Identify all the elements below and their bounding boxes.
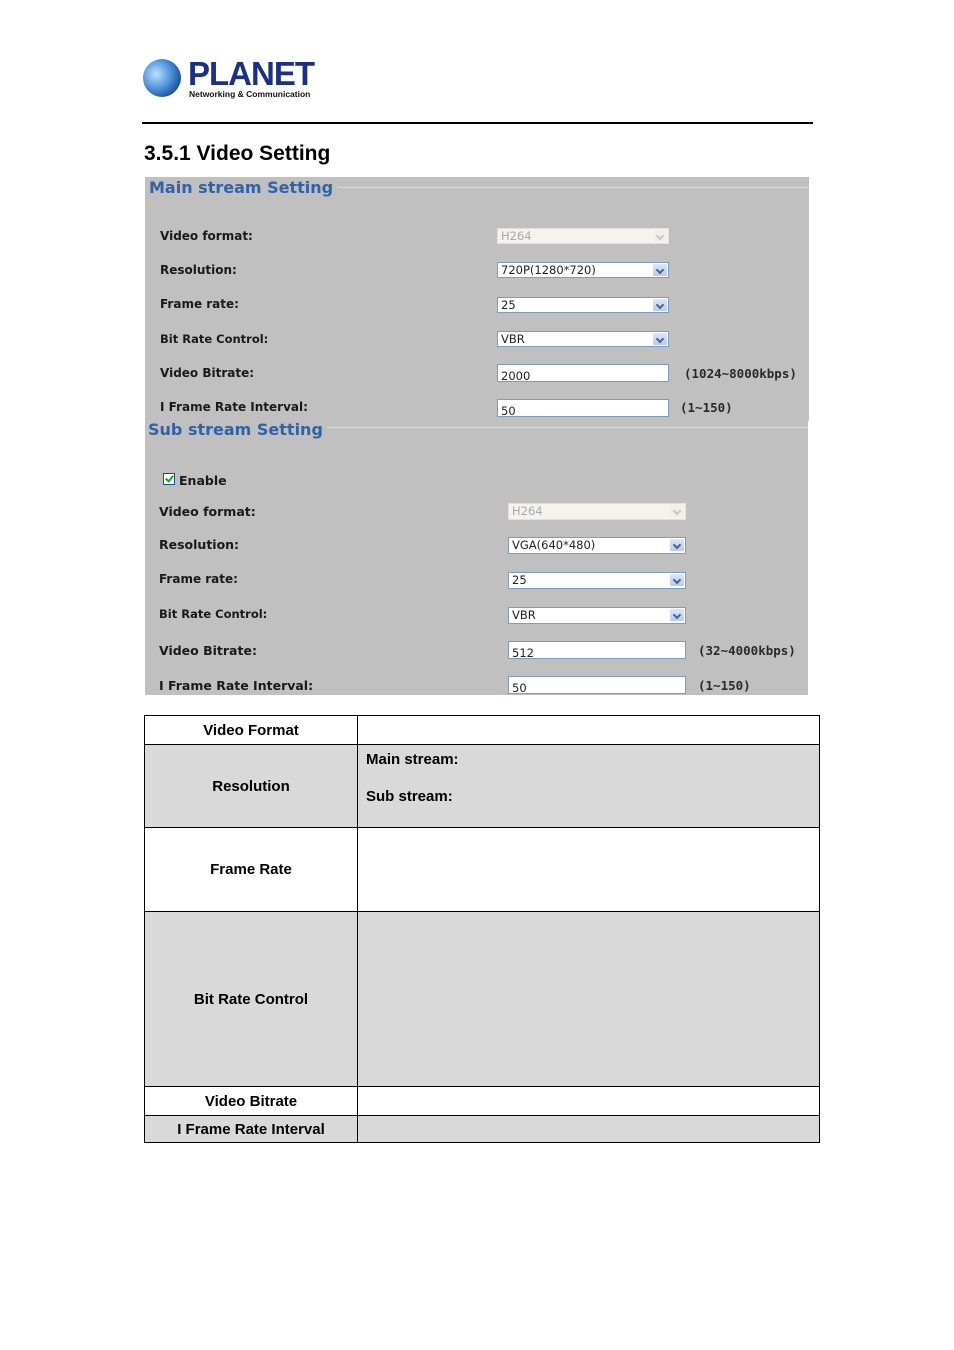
row-key: Bit Rate Control (144, 911, 358, 1087)
row-value: Main stream: Sub stream: (357, 744, 820, 828)
row-key: Frame Rate (144, 827, 358, 912)
main-video-bitrate-input[interactable]: 2000 (497, 364, 669, 382)
main-bitrate-range-hint: (1024~8000kbps) (684, 366, 797, 381)
select-value: H264 (501, 229, 532, 243)
sub-frame-rate-select[interactable]: 25 (508, 572, 686, 589)
row-value (357, 1086, 820, 1116)
row-key: I Frame Rate Interval (144, 1115, 358, 1143)
table-row: I Frame Rate Interval (144, 1115, 820, 1143)
row-value (357, 911, 820, 1087)
row-key: Video Format (144, 715, 358, 745)
table-row: Video Format (144, 715, 820, 745)
planet-logo: PLANET Networking & Communication (143, 57, 315, 101)
select-value: 25 (501, 298, 516, 312)
i-frame-interval-label: I Frame Rate Interval: (160, 400, 308, 414)
select-value: H264 (512, 504, 543, 518)
sub-bit-rate-control-select[interactable]: VBR (508, 607, 686, 624)
sub-bitrate-range-hint: (32~4000kbps) (698, 643, 796, 658)
resolution-label: Resolution: (159, 537, 240, 552)
main-frame-rate-select[interactable]: 25 (497, 297, 669, 313)
select-value: VBR (512, 608, 536, 622)
chevron-down-icon (653, 230, 667, 242)
select-value: VGA(640*480) (512, 538, 596, 552)
select-value: 720P(1280*720) (501, 263, 596, 277)
chevron-down-icon (670, 505, 684, 517)
select-value: VBR (501, 332, 525, 346)
table-row: Frame Rate (144, 827, 820, 912)
parameter-description-table: Video Format Resolution Main stream: Sub… (144, 715, 820, 1143)
chevron-down-icon (653, 264, 667, 276)
bit-rate-control-label: Bit Rate Control: (160, 332, 269, 346)
header-divider (142, 122, 813, 124)
sub-stream-panel: Sub stream Setting Enable Video format: … (145, 420, 808, 695)
video-format-label: Video format: (160, 229, 253, 243)
main-stream-panel: Main stream Setting Video format: H264 R… (145, 177, 809, 421)
select-value: 25 (512, 573, 527, 587)
enable-label: Enable (179, 473, 227, 488)
sub-stream-legend: Sub stream Setting (148, 420, 327, 439)
sub-video-format-select[interactable]: H264 (508, 503, 686, 520)
globe-icon (143, 59, 181, 97)
table-row: Video Bitrate (144, 1086, 820, 1116)
chevron-down-icon (670, 574, 684, 586)
sub-i-frame-range-hint: (1~150) (698, 678, 751, 693)
row-value (357, 1115, 820, 1143)
main-bit-rate-control-select[interactable]: VBR (497, 331, 669, 347)
main-stream-legend: Main stream Setting (149, 178, 338, 197)
chevron-down-icon (653, 299, 667, 311)
video-bitrate-label: Video Bitrate: (160, 366, 255, 380)
brand-tagline: Networking & Communication (189, 89, 311, 99)
brand-name: PLANET (188, 55, 315, 92)
video-bitrate-label: Video Bitrate: (159, 643, 257, 658)
section-title: 3.5.1 Video Setting (144, 142, 331, 165)
video-format-label: Video format: (159, 504, 256, 519)
row-key: Resolution (144, 744, 358, 828)
chevron-down-icon (670, 609, 684, 621)
resolution-label: Resolution: (160, 263, 237, 277)
sub-video-bitrate-input[interactable]: 512 (508, 641, 686, 659)
frame-rate-label: Frame rate: (160, 297, 239, 311)
row-value (357, 715, 820, 745)
enable-checkbox[interactable] (163, 473, 175, 485)
chevron-down-icon (653, 333, 667, 345)
sub-resolution-select[interactable]: VGA(640*480) (508, 537, 686, 554)
row-value (357, 827, 820, 912)
i-frame-interval-label: I Frame Rate Interval: (159, 678, 314, 693)
table-row: Bit Rate Control (144, 911, 820, 1087)
sub-i-frame-interval-input[interactable]: 50 (508, 676, 686, 694)
main-stream-resolution-label: Main stream: (366, 751, 459, 768)
table-row: Resolution Main stream: Sub stream: (144, 744, 820, 828)
main-i-frame-interval-input[interactable]: 50 (497, 399, 669, 417)
frame-rate-label: Frame rate: (159, 572, 238, 586)
main-i-frame-range-hint: (1~150) (680, 400, 733, 415)
row-key: Video Bitrate (144, 1086, 358, 1116)
chevron-down-icon (670, 539, 684, 551)
main-resolution-select[interactable]: 720P(1280*720) (497, 262, 669, 278)
sub-stream-resolution-label: Sub stream: (366, 788, 453, 805)
main-video-format-select[interactable]: H264 (497, 228, 669, 244)
bit-rate-control-label: Bit Rate Control: (159, 607, 268, 621)
